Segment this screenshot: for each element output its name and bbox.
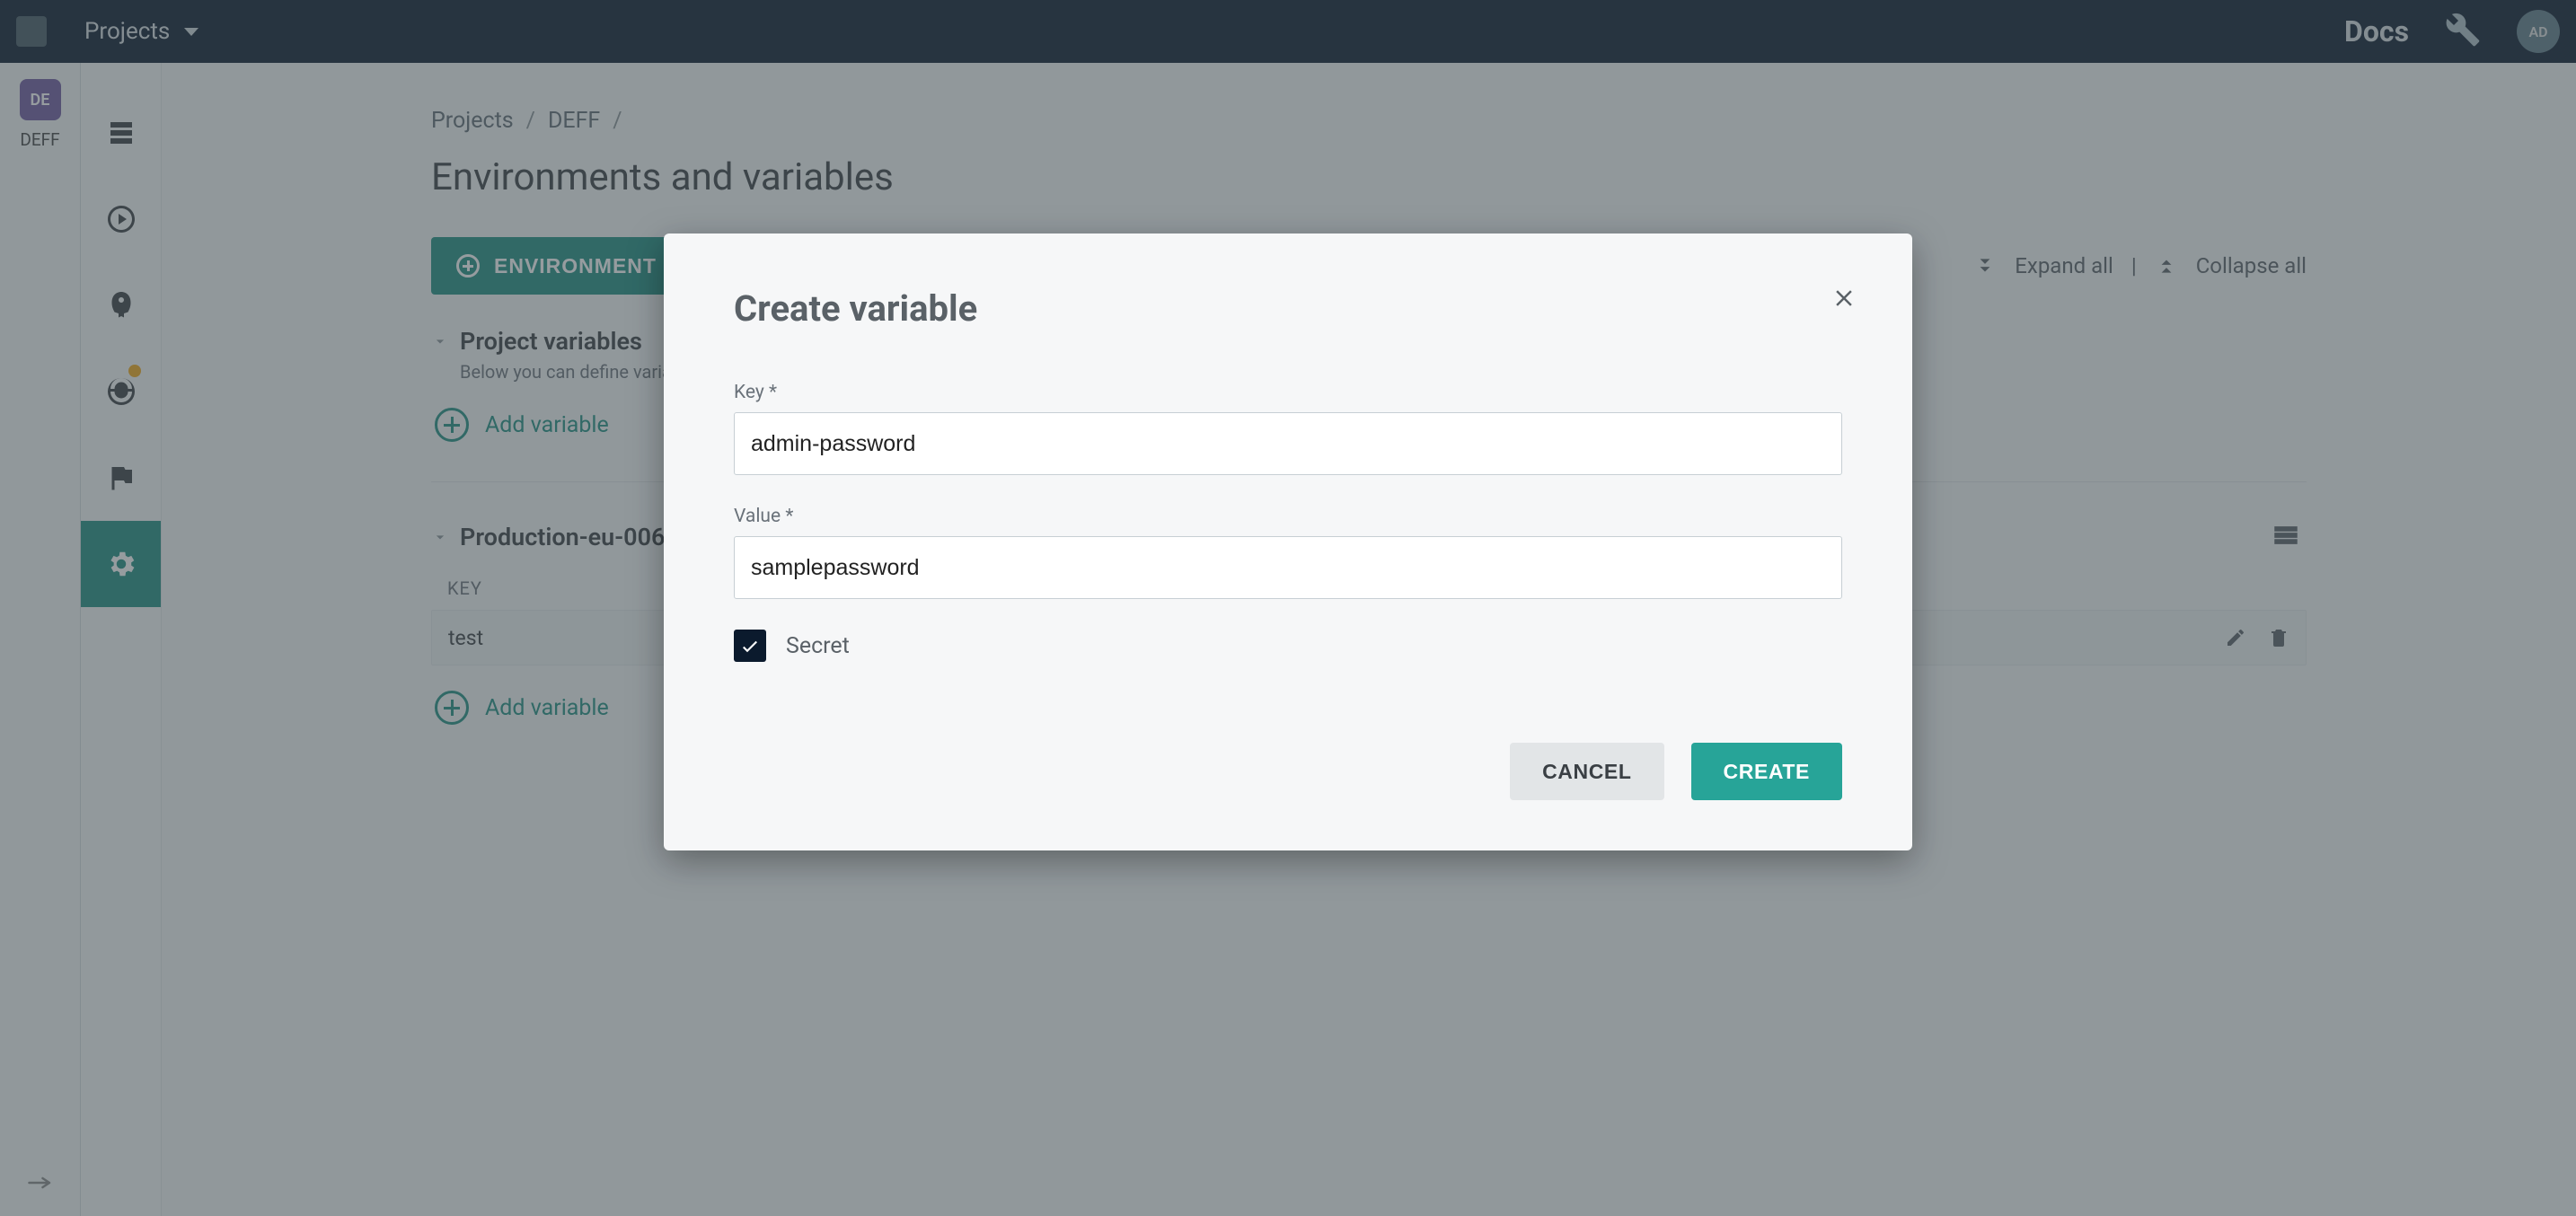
cancel-button[interactable]: CANCEL [1510,743,1663,800]
value-field: Value * [734,506,1842,599]
value-input[interactable] [734,536,1842,599]
create-variable-modal: Create variable Key * Value * Secret CAN… [664,234,1912,850]
modal-footer: CANCEL CREATE [734,743,1842,800]
create-button[interactable]: CREATE [1691,743,1842,800]
key-field: Key * [734,382,1842,475]
secret-label: Secret [786,633,850,659]
value-label: Value * [734,506,1842,527]
key-label: Key * [734,382,1842,403]
secret-checkbox-row: Secret [734,630,1842,662]
modal-overlay[interactable]: Create variable Key * Value * Secret CAN… [0,0,2576,1216]
key-input[interactable] [734,412,1842,475]
check-icon [739,635,761,656]
close-button[interactable] [1826,280,1862,316]
secret-checkbox[interactable] [734,630,766,662]
close-icon [1831,285,1857,312]
modal-title: Create variable [734,287,1842,330]
